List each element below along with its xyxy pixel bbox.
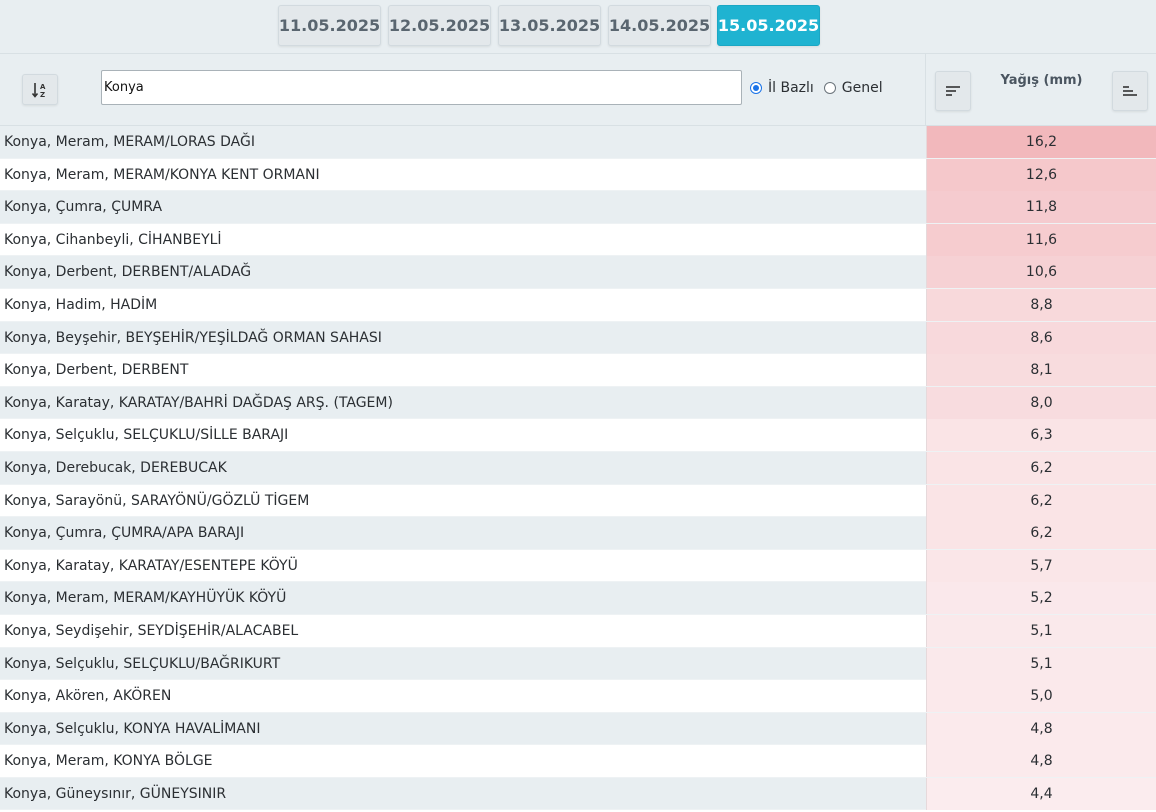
station-name: Konya, Selçuklu, KONYA HAVALİMANI (4, 720, 261, 737)
table-row[interactable]: Konya, Cihanbeyli, CİHANBEYLİ 11,6 (0, 223, 1156, 257)
station-name: Konya, Meram, MERAM/LORAS DAĞI (4, 134, 255, 150)
radio-genel[interactable] (823, 82, 836, 94)
table-row[interactable]: Konya, Selçuklu, SELÇUKLU/SİLLE BARAJI 6,… (0, 419, 1156, 452)
table-row[interactable]: Konya, Meram, KONYA BÖLGE 4,8 (0, 745, 1156, 778)
table-row[interactable]: Konya, Karatay, KARATAY/ESENTEPE KÖYÜ 5,7 (0, 549, 1156, 583)
station-name: Konya, Karatay, KARATAY/BAHRİ DAĞDAŞ ARŞ… (4, 394, 393, 411)
table-row[interactable]: Konya, Çumra, ÇUMRA 11,8 (0, 191, 1156, 224)
station-name: Konya, Beyşehir, BEYŞEHİR/YEŞİLDAĞ ORMAN… (4, 329, 382, 346)
station-name: Konya, Cihanbeyli, CİHANBEYLİ (4, 231, 222, 248)
table-row[interactable]: Konya, Güneysınır, GÜNEYSINIR 4,4 (0, 777, 1156, 811)
station-name: Konya, Derbent, DERBENT (4, 362, 189, 379)
value-column-header: Yağış (mm) (925, 54, 1156, 125)
station-name: Konya, Meram, MERAM/KONYA KENT ORMANI (4, 166, 320, 183)
table-row[interactable]: Konya, Meram, MERAM/KAYHÜYÜK KÖYÜ 5,2 (0, 582, 1156, 615)
rainfall-value: 5,7 (926, 549, 1156, 582)
station-name: Konya, Derebucak, DEREBUCAK (4, 459, 227, 476)
station-name: Konya, Sarayönü, SARAYÖNÜ/GÖZLÜ TİGEM (4, 492, 310, 509)
rainfall-value: 4,4 (926, 777, 1156, 810)
sort-descending-icon (946, 86, 960, 96)
table-row[interactable]: Konya, Derbent, DERBENT 8,1 (0, 354, 1156, 387)
station-name: Konya, Meram, KONYA BÖLGE (4, 753, 213, 770)
rainfall-value: 5,2 (926, 582, 1156, 615)
rainfall-value: 11,8 (926, 191, 1156, 224)
date-tab[interactable]: 13.05.2025 (498, 5, 601, 46)
radio-il-bazli[interactable] (750, 82, 762, 94)
rainfall-value: 16,2 (926, 126, 1156, 158)
scope-radio-group: İl Bazlı Genel (750, 78, 893, 98)
sort-descending-button[interactable] (935, 71, 971, 111)
rainfall-value: 10,6 (926, 256, 1156, 289)
date-tab-bar: 11.05.2025 12.05.2025 13.05.2025 14.05.2… (0, 0, 1156, 54)
station-name: Konya, Karatay, KARATAY/ESENTEPE KÖYÜ (4, 557, 298, 574)
table-row[interactable]: Konya, Selçuklu, SELÇUKLU/BAĞRIKURT 5,1 (0, 647, 1156, 681)
rainfall-value: 12,6 (926, 158, 1156, 191)
table-header: A Z İl Bazlı Genel Yağış (mm) (0, 54, 1156, 126)
rainfall-value: 6,2 (926, 484, 1156, 517)
rainfall-value: 5,0 (926, 680, 1156, 713)
svg-text:Z: Z (40, 91, 45, 99)
radio-il-bazli-label[interactable]: İl Bazlı (768, 80, 814, 96)
table-row[interactable]: Konya, Seydişehir, SEYDİŞEHİR/ALACABEL 5,… (0, 614, 1156, 648)
rainfall-value: 5,1 (926, 647, 1156, 680)
rainfall-value: 11,6 (926, 223, 1156, 256)
station-name: Konya, Seydişehir, SEYDİŞEHİR/ALACABEL (4, 622, 299, 639)
date-tab[interactable]: 14.05.2025 (608, 5, 711, 46)
rainfall-value: 4,8 (926, 712, 1156, 745)
rainfall-value: 6,3 (926, 419, 1156, 452)
table-row[interactable]: Konya, Derebucak, DEREBUCAK 6,2 (0, 451, 1156, 485)
rainfall-value: 8,1 (926, 354, 1156, 387)
station-name: Konya, Selçuklu, SELÇUKLU/SİLLE BARAJI (4, 427, 289, 444)
date-tab[interactable]: 11.05.2025 (278, 5, 381, 46)
table-row[interactable]: Konya, Selçuklu, KONYA HAVALİMANI 4,8 (0, 712, 1156, 746)
table-row[interactable]: Konya, Karatay, KARATAY/BAHRİ DAĞDAŞ ARŞ… (0, 386, 1156, 420)
station-name: Konya, Çumra, ÇUMRA (4, 199, 163, 216)
station-list: Konya, Meram, MERAM/LORAS DAĞI 16,2 Konya,… (0, 126, 1156, 811)
table-row[interactable]: Konya, Akören, AKÖREN 5,0 (0, 680, 1156, 713)
table-row[interactable]: Konya, Beyşehir, BEYŞEHİR/YEŞİLDAĞ ORMAN… (0, 321, 1156, 355)
table-row[interactable]: Konya, Meram, MERAM/KONYA KENT ORMANI 12,… (0, 158, 1156, 192)
rainfall-value: 8,0 (926, 386, 1156, 419)
rainfall-value: 8,8 (926, 288, 1156, 321)
table-row[interactable]: Konya, Hadim, HADİM 8,8 (0, 288, 1156, 322)
rainfall-value: 5,1 (926, 614, 1156, 647)
sort-alpha-button[interactable]: A Z (22, 74, 58, 105)
svg-text:A: A (40, 83, 46, 91)
rainfall-value: 4,8 (926, 745, 1156, 778)
sort-ascending-icon (1123, 86, 1137, 96)
station-name: Konya, Selçuklu, SELÇUKLU/BAĞRIKURT (4, 655, 281, 672)
station-name: Konya, Güneysınır, GÜNEYSINIR (4, 785, 227, 802)
sort-alpha-icon: A Z (31, 82, 46, 99)
rainfall-value: 8,6 (926, 321, 1156, 354)
rainfall-value: 6,2 (926, 451, 1156, 484)
search-input[interactable] (101, 70, 742, 105)
table-row[interactable]: Konya, Derbent, DERBENT/ALADAĞ 10,6 (0, 256, 1156, 289)
sort-ascending-button[interactable] (1112, 71, 1148, 111)
table-row[interactable]: Konya, Sarayönü, SARAYÖNÜ/GÖZLÜ TİGEM 6,2 (0, 484, 1156, 518)
table-row[interactable]: Konya, Çumra, ÇUMRA/APA BARAJI 6,2 (0, 517, 1156, 550)
date-tab-active[interactable]: 15.05.2025 (717, 5, 820, 46)
rainfall-value: 6,2 (926, 517, 1156, 550)
station-name: Konya, Akören, AKÖREN (4, 688, 172, 705)
table-row[interactable]: Konya, Meram, MERAM/LORAS DAĞI 16,2 (0, 126, 1156, 159)
station-name: Konya, Hadim, HADİM (4, 296, 158, 313)
radio-genel-label[interactable]: Genel (842, 80, 883, 96)
date-tab[interactable]: 12.05.2025 (388, 5, 491, 46)
station-name: Konya, Çumra, ÇUMRA/APA BARAJI (4, 525, 245, 542)
station-name: Konya, Meram, MERAM/KAYHÜYÜK KÖYÜ (4, 590, 287, 607)
station-name: Konya, Derbent, DERBENT/ALADAĞ (4, 264, 252, 281)
